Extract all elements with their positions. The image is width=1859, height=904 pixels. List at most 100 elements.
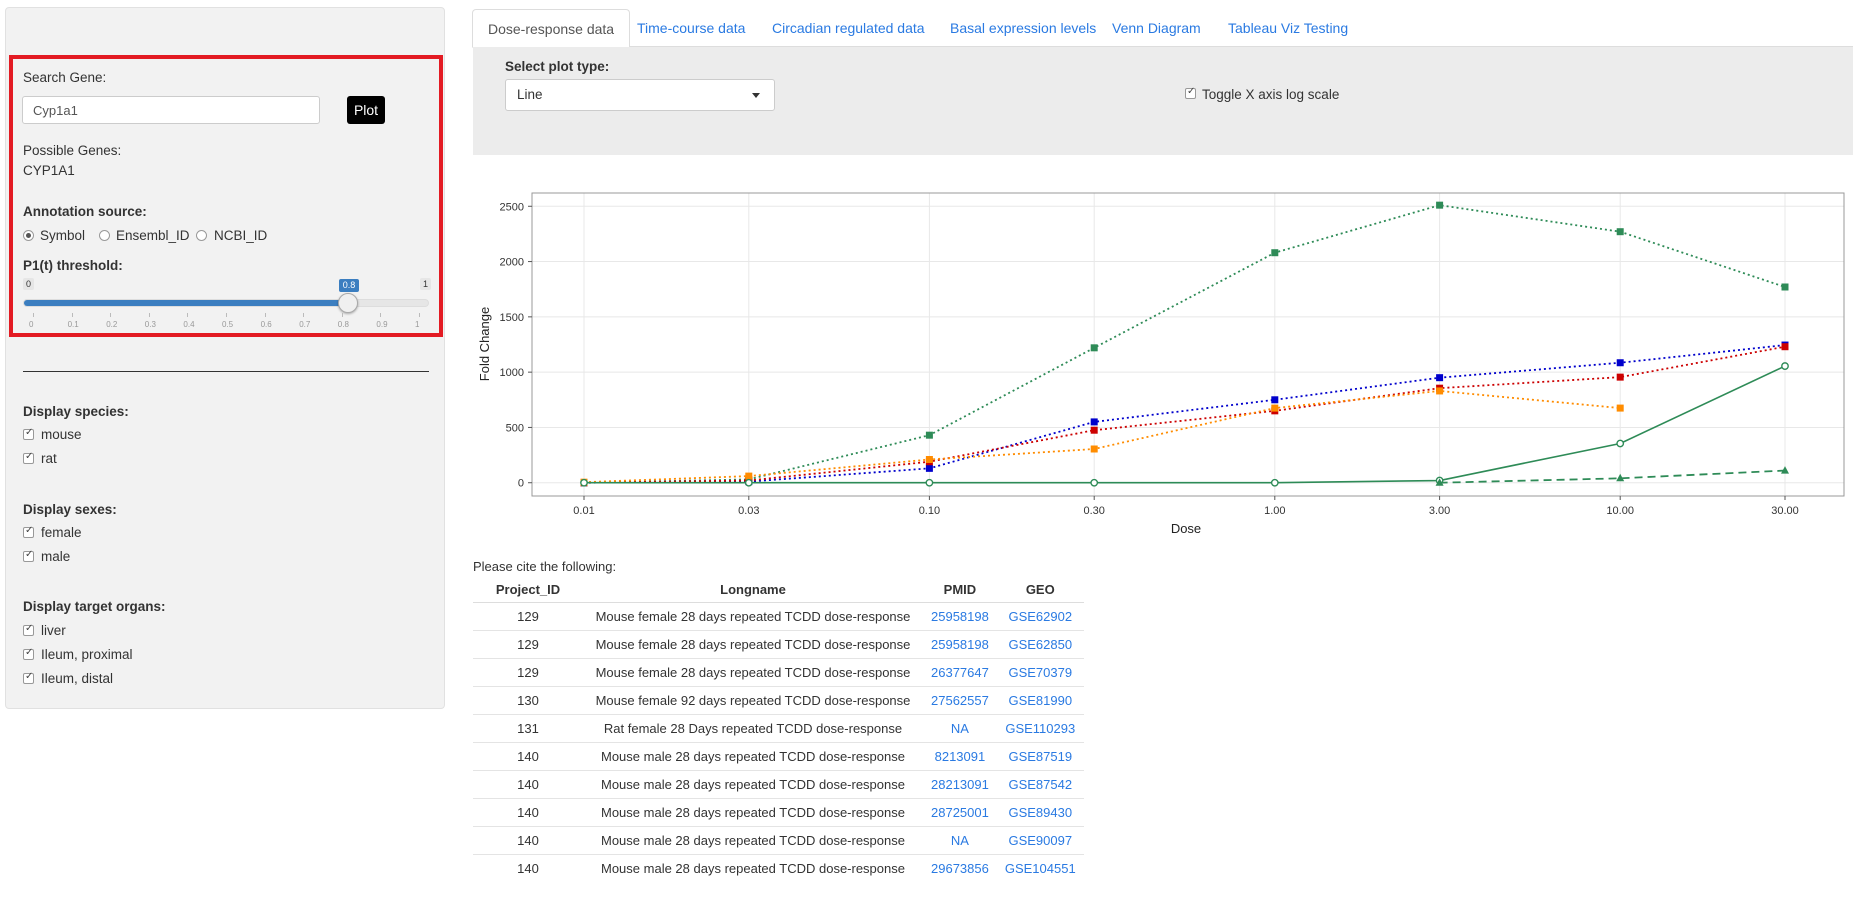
cell-longname-cell: Rat female 28 Days repeated TCDD dose-re… [583,713,923,742]
slider-value-label: 0.8 [338,279,360,292]
radio-ncbi[interactable] [196,230,207,241]
cell-longname: Mouse female 28 days repeated TCDD dose-… [595,608,911,624]
slider-tick-mark [419,313,420,317]
pmid-link[interactable]: 25958198 [931,637,989,652]
tab-basal-expression[interactable]: Basal expression levels [935,9,1111,47]
pmid-link-cell: 27562557 [923,685,997,714]
threshold-slider-track[interactable] [23,299,429,307]
tab-circadian[interactable]: Circadian regulated data [757,9,940,47]
pmid-link[interactable]: 8213091 [935,749,986,764]
log-scale-checkbox[interactable] [1185,86,1196,99]
geo-link-cell: GSE104551 [996,853,1084,882]
checkbox-liver[interactable] [23,623,34,636]
geo-link[interactable]: GSE89430 [1008,805,1072,820]
search-gene-input[interactable] [22,96,320,124]
tab-venn-diagram[interactable]: Venn Diagram [1097,9,1216,47]
pmid-link-cell: NA [923,825,997,854]
pmid-link-cell: 28213091 [923,769,997,798]
geo-link[interactable]: GSE70379 [1008,665,1072,680]
cell-project-id-cell: 140 [473,825,583,854]
slider-tick-label: 0.7 [299,320,311,329]
cell-project-id: 140 [517,776,539,792]
header-longname: Longname [583,578,923,603]
geo-link-cell: GSE110293 [996,713,1084,742]
x-tick-label: 0.30 [1083,505,1104,517]
tab-tableau-viz[interactable]: Tableau Viz Testing [1213,9,1363,47]
display-sexes-label: Display sexes: [23,502,117,517]
data-point [1436,387,1444,395]
cell-project-id: 140 [517,748,539,764]
geo-link[interactable]: GSE110293 [1005,721,1075,736]
cell-project-id: 129 [517,608,539,624]
possible-genes-value[interactable]: CYP1A1 [23,163,75,178]
data-point [1436,201,1444,209]
slider-tick-label: 0 [29,320,34,329]
table-row: 129 Mouse female 28 days repeated TCDD do… [473,601,1084,630]
slider-tick-mark [148,313,150,317]
slider-tick-mark [380,313,382,317]
cell-longname-cell: Mouse female 92 days repeated TCDD dose-… [583,685,923,714]
data-point [1616,359,1624,367]
slider-min-label: 0 [23,278,35,290]
tab-dose-response[interactable]: Dose-response data [472,9,631,48]
plot-area-border [531,192,1845,497]
tab-time-course[interactable]: Time-course data [622,9,760,47]
data-point [1781,362,1789,370]
checkbox-mouse[interactable] [23,427,34,440]
pmid-link[interactable]: NA [951,721,969,736]
pmid-link[interactable]: 29673856 [931,861,989,876]
checkbox-ileum-distal-label: Ileum, distal [41,671,114,686]
geo-link[interactable]: GSE90097 [1008,833,1072,848]
y-axis-label: Fold Change [477,307,492,381]
slider-tick-label: 1 [415,320,420,329]
radio-symbol[interactable] [23,230,34,241]
geo-link[interactable]: GSE87519 [1008,749,1072,764]
checkbox-female[interactable] [23,525,34,538]
slider-tick-mark [303,313,305,317]
plot-controls-panel: Select plot type: Line Toggle X axis log… [473,47,1853,155]
dose-response-chart[interactable]: 0 500 1000 1500 2000 2500 0.01 0.03 0.10 0.30 1.0… [472,188,1852,543]
geo-link[interactable]: GSE62902 [1008,609,1072,624]
data-point [1271,249,1279,257]
cell-longname-cell: Mouse male 28 days repeated TCDD dose-re… [583,853,923,882]
pmid-link[interactable]: 25958198 [931,609,989,624]
threshold-slider-handle[interactable] [337,293,358,313]
checkbox-rat[interactable] [23,451,34,464]
pmid-link-cell: 25958198 [923,629,997,658]
cell-longname: Mouse female 28 days repeated TCDD dose-… [595,636,911,652]
sidebar-panel: Search Gene: Plot Possible Genes: CYP1A1… [5,7,445,709]
slider-tick-mark [341,313,343,317]
pmid-link[interactable]: 27562557 [931,693,989,708]
geo-link[interactable]: GSE104551 [1005,861,1076,876]
geo-link-cell: GSE87519 [996,741,1084,770]
cell-longname-cell: Mouse female 28 days repeated TCDD dose-… [583,657,923,686]
plot-type-select[interactable]: Line [505,79,775,111]
cell-longname-cell: Mouse female 28 days repeated TCDD dose-… [583,629,923,658]
checkbox-ileum-proximal[interactable] [23,647,34,660]
sidebar-divider [23,371,429,372]
plot-button[interactable]: Plot [347,96,385,124]
series-line [583,345,1786,484]
data-point [1090,344,1098,352]
pmid-link[interactable]: 28213091 [931,777,989,792]
table-row: 140 Mouse male 28 days repeated TCDD dose… [473,853,1084,882]
chart-series-1 [580,341,1789,487]
geo-link[interactable]: GSE81990 [1008,693,1072,708]
data-point [1781,343,1789,351]
pmid-link[interactable]: 28725001 [931,805,989,820]
checkbox-ileum-distal[interactable] [23,671,34,684]
geo-link[interactable]: GSE87542 [1008,777,1072,792]
geo-link[interactable]: GSE62850 [1008,637,1072,652]
slider-tick-label: 0.9 [376,320,388,329]
pmid-link[interactable]: 26377647 [931,665,989,680]
possible-genes-label: Possible Genes: [23,143,122,158]
radio-symbol-label: Symbol [40,228,86,243]
geo-link-cell: GSE81990 [996,685,1084,714]
checkbox-male[interactable] [23,549,34,562]
pmid-link[interactable]: NA [951,833,969,848]
cell-project-id-cell: 140 [473,797,583,826]
cell-project-id-cell: 130 [473,685,583,714]
header-project-id: Project_ID [473,578,583,603]
radio-ensembl[interactable] [99,230,110,241]
slider-max-label: 1 [420,278,432,290]
